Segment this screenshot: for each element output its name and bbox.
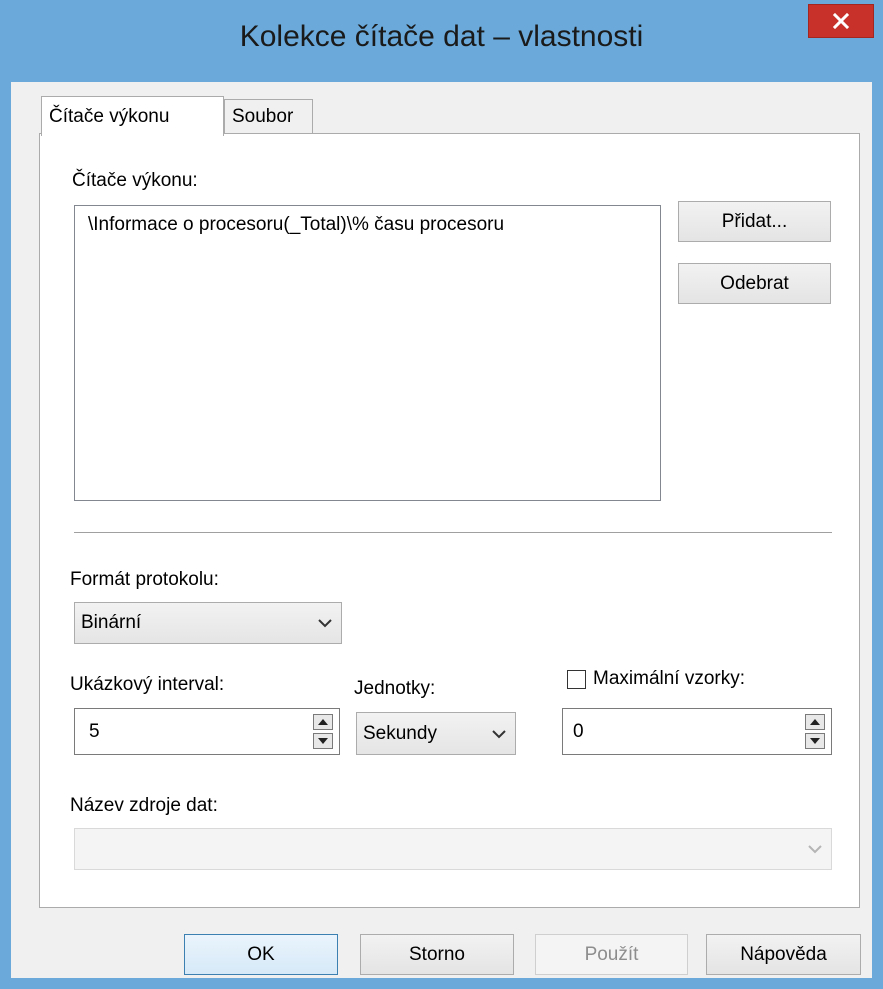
arrow-down-icon bbox=[810, 738, 820, 744]
tab-panel: Čítače výkonu: \Informace o procesoru(_T… bbox=[39, 133, 860, 908]
max-samples-increment[interactable] bbox=[805, 714, 825, 730]
list-item[interactable]: \Informace o procesoru(_Total)\% času pr… bbox=[88, 214, 504, 236]
chevron-down-icon bbox=[318, 619, 332, 628]
chevron-down-icon bbox=[808, 845, 822, 854]
cancel-button[interactable]: Storno bbox=[360, 934, 514, 975]
remove-counter-button[interactable]: Odebrat bbox=[678, 263, 831, 304]
dialog-window: Kolekce čítače dat – vlastnosti Čítače v… bbox=[0, 0, 883, 989]
counters-label: Čítače výkonu: bbox=[72, 170, 198, 191]
separator bbox=[74, 532, 832, 534]
max-samples-label: Maximální vzorky: bbox=[593, 668, 746, 689]
close-icon bbox=[833, 13, 849, 29]
arrow-up-icon bbox=[810, 719, 820, 725]
tab-performance-counters[interactable]: Čítače výkonu bbox=[41, 96, 224, 136]
max-samples-value: 0 bbox=[573, 720, 584, 742]
sample-interval-stepper[interactable]: 5 bbox=[74, 708, 340, 755]
sample-interval-decrement[interactable] bbox=[313, 733, 333, 749]
sample-interval-label: Ukázkový interval: bbox=[70, 674, 225, 695]
max-samples-decrement[interactable] bbox=[805, 733, 825, 749]
help-button[interactable]: Nápověda bbox=[706, 934, 861, 975]
data-source-label: Název zdroje dat: bbox=[70, 795, 218, 816]
units-label: Jednotky: bbox=[354, 678, 436, 699]
dialog-body: Čítače výkonu Soubor Čítače výkonu: \Inf… bbox=[11, 82, 872, 978]
add-counter-button[interactable]: Přidat... bbox=[678, 201, 831, 242]
arrow-down-icon bbox=[318, 738, 328, 744]
chevron-down-icon bbox=[492, 729, 506, 738]
close-button[interactable] bbox=[808, 4, 874, 38]
sample-interval-increment[interactable] bbox=[313, 714, 333, 730]
window-title: Kolekce čítače dat – vlastnosti bbox=[239, 20, 644, 53]
counters-list[interactable]: \Informace o procesoru(_Total)\% času pr… bbox=[74, 205, 661, 501]
title-bar[interactable]: Kolekce čítače dat – vlastnosti bbox=[0, 0, 883, 82]
max-samples-stepper[interactable]: 0 bbox=[562, 708, 832, 755]
units-value: Sekundy bbox=[363, 722, 437, 744]
log-format-dropdown[interactable]: Binární bbox=[74, 602, 342, 644]
sample-interval-value: 5 bbox=[89, 720, 100, 742]
max-samples-checkbox[interactable] bbox=[567, 670, 586, 689]
units-dropdown[interactable]: Sekundy bbox=[356, 712, 516, 755]
data-source-dropdown[interactable] bbox=[74, 828, 832, 870]
arrow-up-icon bbox=[318, 719, 328, 725]
apply-button[interactable]: Použít bbox=[535, 934, 688, 975]
log-format-label: Formát protokolu: bbox=[70, 569, 219, 590]
tab-file[interactable]: Soubor bbox=[224, 99, 313, 134]
ok-button[interactable]: OK bbox=[184, 934, 338, 975]
log-format-value: Binární bbox=[81, 612, 142, 633]
